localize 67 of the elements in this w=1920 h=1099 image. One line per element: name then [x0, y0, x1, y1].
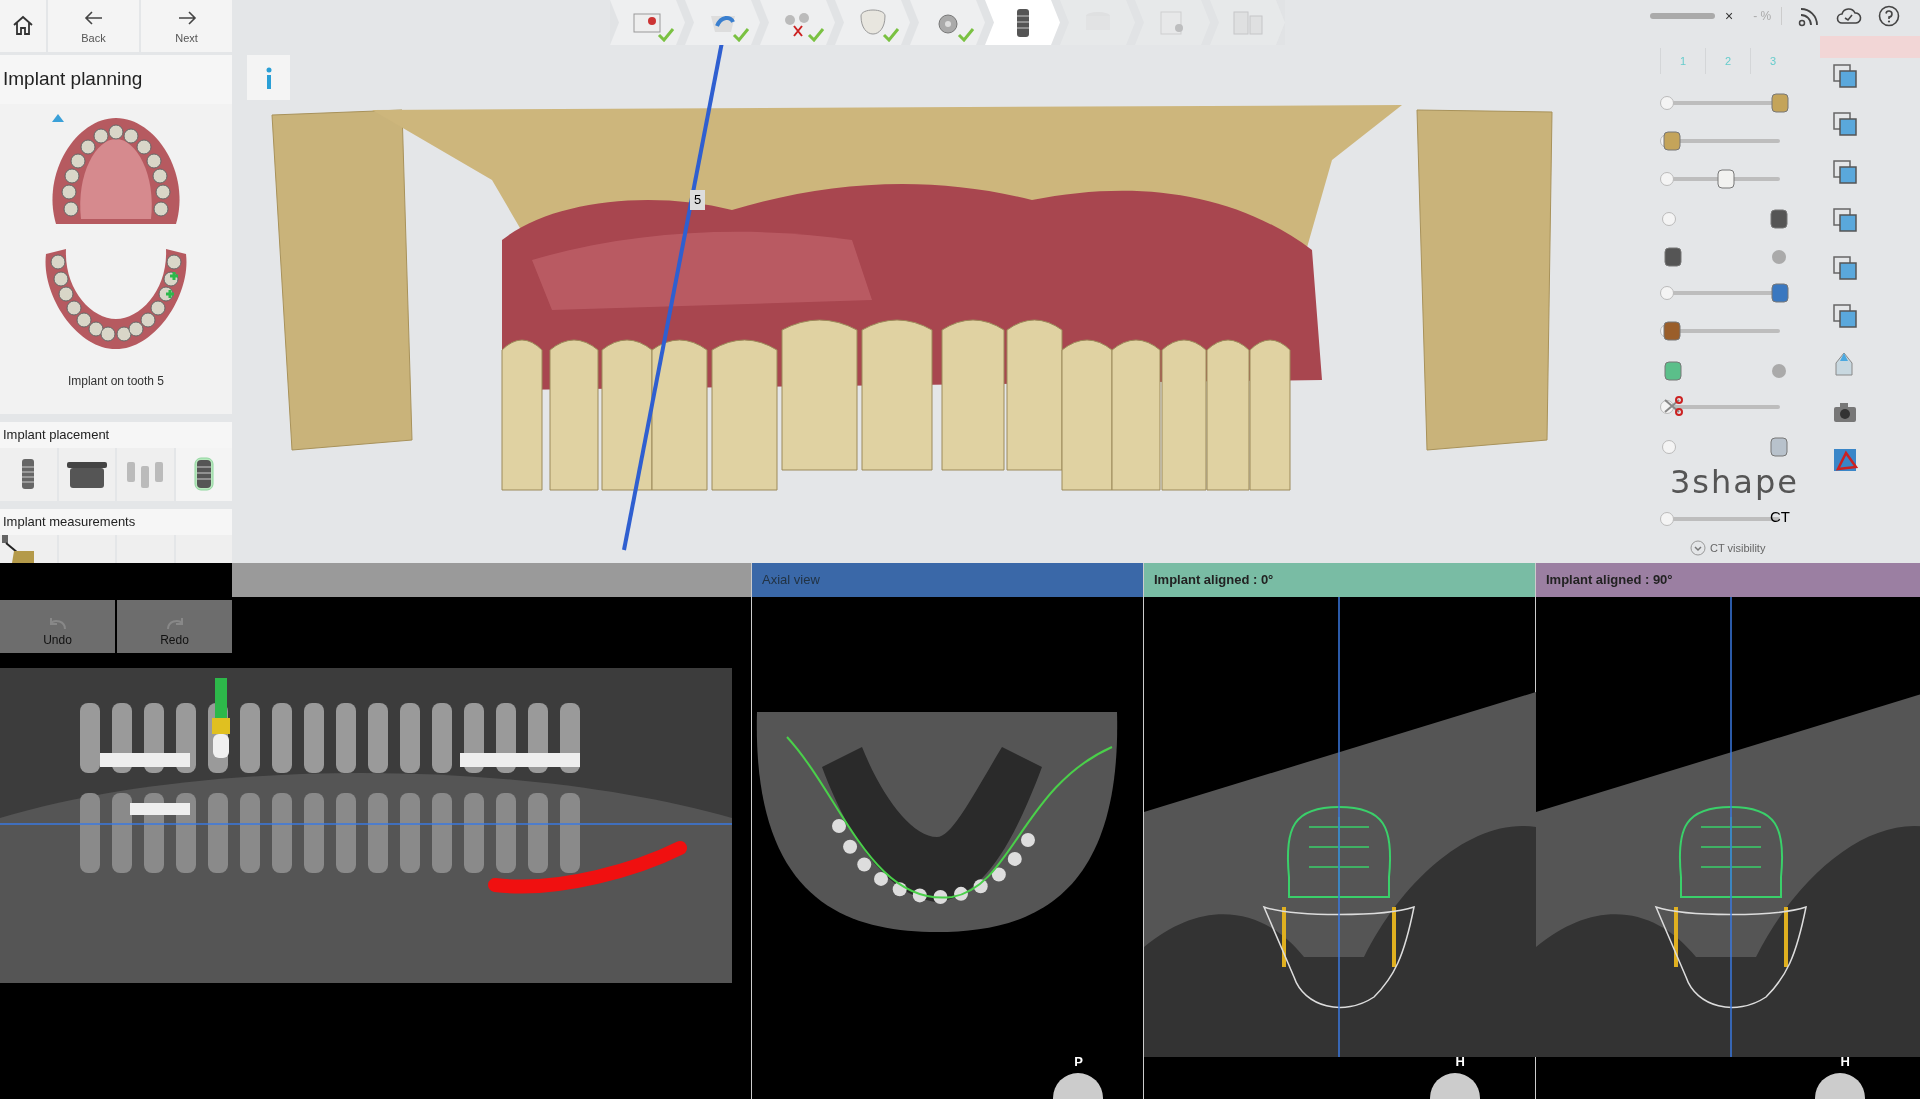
tooth-number-label: 5	[690, 190, 706, 210]
workflow-step[interactable]	[685, 0, 760, 45]
head-model-drawing	[1430, 1073, 1480, 1099]
cube-view-icon[interactable]	[1832, 303, 1858, 329]
view-header: Axial view	[752, 563, 1143, 597]
layer-icon[interactable]	[1768, 436, 1790, 458]
slider-thumb[interactable]	[1769, 282, 1791, 304]
placement-tool[interactable]	[0, 447, 57, 502]
section-title: Implant placement	[0, 421, 232, 448]
visibility-toggle[interactable]	[1662, 435, 1790, 459]
measure-tool[interactable]	[0, 535, 57, 563]
orientation-label: H	[1455, 1052, 1465, 1071]
layer-icon[interactable]	[1662, 246, 1684, 268]
slider-thumb[interactable]	[1661, 320, 1683, 342]
section-title: Implant measurements	[0, 509, 232, 535]
placement-tool[interactable]	[175, 447, 232, 502]
slider-thumb[interactable]	[1661, 130, 1683, 152]
back-button[interactable]: Back	[48, 0, 139, 52]
screenshot-icon[interactable]	[1832, 447, 1858, 473]
slider[interactable]	[1660, 90, 1792, 116]
checkmark-icon	[882, 27, 900, 42]
info-button[interactable]	[247, 55, 290, 100]
checkmark-icon	[732, 27, 750, 42]
orientation-label: H	[1840, 1052, 1850, 1071]
cube-view-icon[interactable]	[1832, 159, 1858, 185]
visibility-toggle[interactable]	[1662, 207, 1790, 231]
help-icon[interactable]	[1878, 5, 1901, 27]
checkmark-icon	[657, 27, 675, 42]
chevron-down-icon	[1690, 540, 1706, 557]
tooth-caption: Implant on tooth 5	[67, 373, 165, 391]
close-button[interactable]: ×	[1725, 5, 1734, 27]
view-header: Implant aligned : 90°	[1536, 563, 1920, 597]
undo-button[interactable]: Undo	[0, 600, 115, 653]
panel-title: Implant planning	[0, 54, 232, 105]
head-model-drawing	[1053, 1073, 1103, 1099]
checkmark-icon	[807, 27, 825, 42]
orientation-label: P	[1074, 1052, 1083, 1071]
home-button[interactable]	[0, 0, 46, 52]
layer-icon[interactable]	[1662, 360, 1684, 382]
view-header: Implant aligned : 0°	[1144, 563, 1535, 597]
logo-text: 3shape	[1670, 466, 1799, 498]
cube-view-icon[interactable]	[1832, 255, 1858, 281]
redacted-bar	[1650, 13, 1715, 19]
slider[interactable]: CT	[1660, 506, 1792, 532]
slider-thumb[interactable]	[1715, 168, 1737, 190]
arch-curve[interactable]	[786, 736, 1113, 899]
signal-icon[interactable]	[1798, 5, 1821, 27]
zoom-percent: - %	[1753, 7, 1783, 25]
layer-icon[interactable]	[1768, 208, 1790, 230]
workflow-step[interactable]	[985, 0, 1060, 45]
redo-button[interactable]: Redo	[117, 600, 232, 653]
slider-thumb[interactable]: CT	[1770, 509, 1790, 524]
home-icon	[11, 13, 35, 38]
cloud-icon[interactable]	[1836, 5, 1863, 27]
checkmark-icon	[957, 27, 975, 42]
caliper-icon	[0, 535, 36, 563]
placement-tool[interactable]	[58, 447, 115, 502]
implant-icon	[193, 457, 214, 492]
slider-thumb[interactable]	[1769, 92, 1791, 114]
slider[interactable]	[1660, 280, 1792, 306]
ct-visibility-button[interactable]: CT visibility	[1690, 540, 1800, 557]
cube-view-icon[interactable]	[1832, 207, 1858, 233]
implant-icon	[1015, 7, 1030, 38]
next-button[interactable]: Next	[141, 0, 232, 52]
head-model-drawing	[1815, 1073, 1865, 1099]
cube-view-icon[interactable]	[1832, 111, 1858, 137]
cube-view-icon[interactable]	[1832, 63, 1858, 89]
